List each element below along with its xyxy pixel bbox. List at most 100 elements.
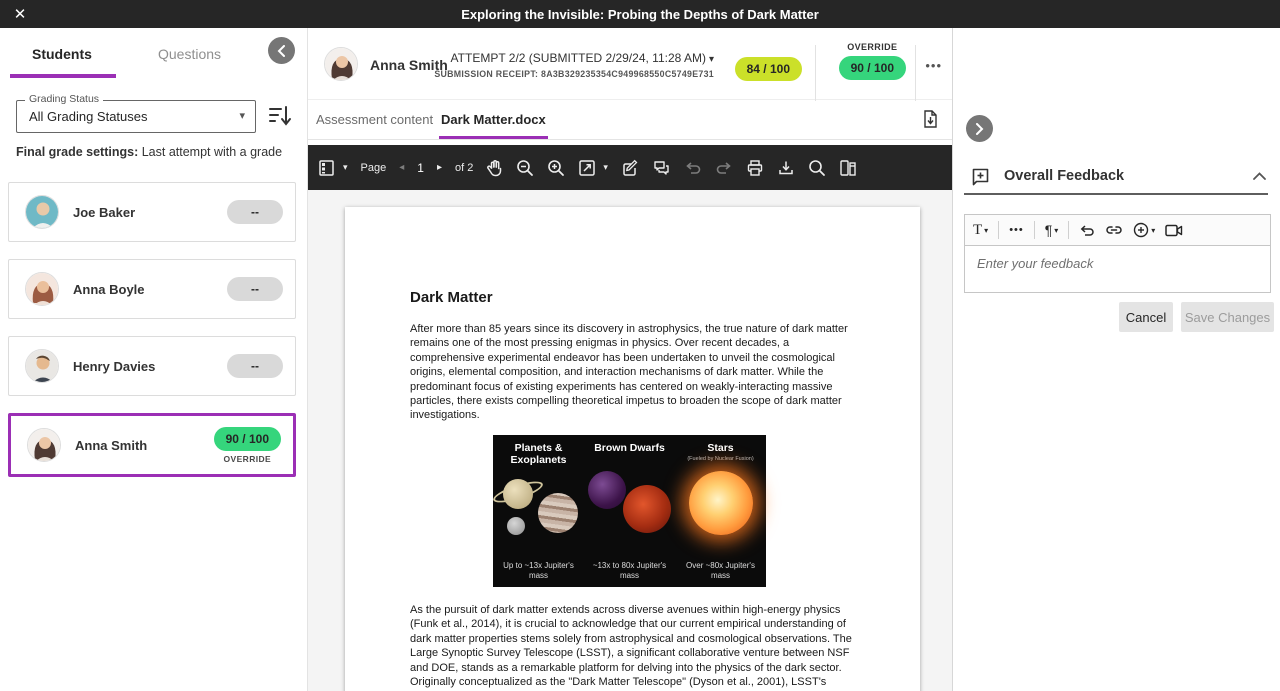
student-row-anna-boyle[interactable]: Anna Boyle --: [8, 259, 296, 319]
search-button[interactable]: [808, 159, 826, 177]
tab-questions[interactable]: Questions: [158, 46, 221, 62]
annotate-button[interactable]: [621, 159, 639, 177]
divider: [964, 193, 1268, 195]
sort-button[interactable]: [268, 103, 292, 129]
download-button[interactable]: [777, 159, 795, 177]
more-formatting-button[interactable]: •••: [1009, 224, 1024, 236]
record-media-button[interactable]: [1165, 224, 1183, 237]
document-viewer: Dark Matter After more than 85 years sin…: [308, 190, 952, 691]
comments-button[interactable]: [652, 159, 671, 177]
next-page-icon[interactable]: ▸: [437, 162, 442, 173]
undo-icon: [684, 159, 702, 177]
undo-button[interactable]: [684, 159, 702, 177]
more-options-icon[interactable]: •••: [925, 58, 942, 73]
figure-heading: Planets & Exoplanets: [493, 435, 584, 466]
override-grade-block[interactable]: OVERRIDE 90 / 100: [839, 42, 906, 80]
override-grade-pill: 90 / 100: [839, 56, 906, 80]
chevron-down-icon: ▾: [1151, 226, 1155, 235]
download-document-button[interactable]: [923, 110, 938, 128]
text-style-button[interactable]: T▾: [973, 222, 988, 239]
attempt-grade-pill[interactable]: 84 / 100: [735, 57, 802, 81]
final-grade-settings-label: Final grade settings:: [16, 145, 138, 159]
paragraph-style-button[interactable]: ¶▾: [1045, 222, 1059, 238]
zoom-out-button[interactable]: [516, 159, 534, 177]
chevron-down-icon[interactable]: ▾: [603, 162, 608, 173]
figure-caption: ~13x to 80x Jupiter's mass: [590, 561, 669, 580]
print-icon: [746, 159, 764, 177]
tab-students[interactable]: Students: [32, 46, 92, 62]
file-download-icon: [923, 110, 938, 128]
pan-tool-button[interactable]: [486, 159, 503, 177]
redo-button[interactable]: [715, 159, 733, 177]
override-badge: OVERRIDE: [214, 454, 281, 464]
overall-feedback-header[interactable]: Overall Feedback: [971, 163, 1266, 189]
sidebar-tabs: Students Questions: [0, 28, 307, 84]
avatar: [27, 428, 61, 462]
hand-icon: [486, 159, 503, 177]
submission-receipt: SUBMISSION RECEIPT: 8A3B329235354C949968…: [434, 69, 714, 79]
figure-caption: Up to ~13x Jupiter's mass: [499, 561, 578, 580]
sort-icon: [268, 103, 292, 129]
figure-subheading: (Fueled by Nuclear Fusion): [675, 456, 766, 462]
chevron-down-icon: ▾: [239, 109, 245, 122]
assessment-title: Exploring the Invisible: Probing the Dep…: [0, 7, 1280, 22]
student-row-henry-davies[interactable]: Henry Davies --: [8, 336, 296, 396]
attempt-selector[interactable]: ATTEMPT 2/2 (SUBMITTED 2/29/24, 11:28 AM…: [434, 51, 714, 79]
thumbnails-panel-button[interactable]: [318, 159, 336, 177]
feedback-editor: T▾ ••• ¶▾: [964, 214, 1271, 293]
grading-status-label: Grading Status: [25, 93, 103, 105]
content-tabs: Assessment content Dark Matter.docx: [308, 100, 952, 140]
chevron-right-icon: [975, 123, 984, 135]
content-library-button[interactable]: [839, 159, 857, 177]
insert-link-button[interactable]: [1105, 223, 1123, 237]
grading-status-value: All Grading Statuses: [29, 109, 148, 124]
document-paragraph: As the pursuit of dark matter extends ac…: [410, 603, 857, 691]
figure-column-stars: Stars (Fueled by Nuclear Fusion) Over ~8…: [675, 435, 766, 587]
figure-heading: Brown Dwarfs: [584, 435, 675, 455]
zoom-in-icon: [547, 159, 565, 177]
document-paragraph: After more than 85 years since its disco…: [410, 322, 857, 423]
figure-column-planets: Planets & Exoplanets Up to ~13x Jupiter'…: [493, 435, 584, 587]
chevron-down-icon: ▾: [984, 226, 988, 235]
student-name: Henry Davies: [73, 359, 155, 374]
collapse-sidebar-button[interactable]: [268, 37, 295, 64]
tab-dark-matter-docx[interactable]: Dark Matter.docx: [441, 112, 546, 127]
chevron-down-icon[interactable]: ▾: [343, 162, 348, 173]
grading-status-select[interactable]: Grading Status All Grading Statuses ▾: [16, 100, 256, 133]
tab-assessment-content[interactable]: Assessment content: [316, 112, 433, 127]
divider: [915, 45, 916, 101]
document-page: Dark Matter After more than 85 years sin…: [345, 207, 920, 691]
star-art: [675, 465, 766, 541]
page-number-input[interactable]: 1: [417, 161, 424, 175]
feedback-input[interactable]: Enter your feedback: [965, 246, 1270, 292]
final-grade-settings: Final grade settings: Last attempt with …: [16, 145, 282, 159]
figure-heading: Stars: [675, 435, 766, 455]
override-label: OVERRIDE: [839, 42, 906, 52]
chevron-up-icon[interactable]: [1253, 172, 1266, 180]
print-button[interactable]: [746, 159, 764, 177]
avatar: [324, 47, 358, 81]
feedback-icon: [971, 167, 990, 186]
save-changes-button[interactable]: Save Changes: [1181, 302, 1274, 332]
page-label: Page: [361, 162, 387, 174]
pdf-toolbar: ▾ Page ◂ 1 ▸ of 2: [308, 145, 952, 190]
close-icon[interactable]: ✕: [0, 0, 40, 28]
student-name: Joe Baker: [73, 205, 135, 220]
brown-dwarfs-art: [584, 471, 675, 547]
top-bar: ✕ Exploring the Invisible: Probing the D…: [0, 0, 1280, 28]
collapse-feedback-panel-button[interactable]: [966, 115, 993, 142]
zoom-in-button[interactable]: [547, 159, 565, 177]
divider: [815, 45, 816, 101]
comments-icon: [652, 159, 671, 177]
insert-content-button[interactable]: ▾: [1133, 222, 1155, 238]
student-row-anna-smith[interactable]: Anna Smith 90 / 100 OVERRIDE: [8, 413, 296, 477]
undo-button[interactable]: [1079, 223, 1095, 238]
fit-to-screen-button[interactable]: [578, 159, 596, 177]
video-camera-icon: [1165, 224, 1183, 237]
avatar: [25, 195, 59, 229]
cancel-button[interactable]: Cancel: [1119, 302, 1173, 332]
divider: [1034, 221, 1035, 239]
student-row-joe-baker[interactable]: Joe Baker --: [8, 182, 296, 242]
previous-page-icon[interactable]: ◂: [399, 162, 404, 173]
document-figure: Planets & Exoplanets Up to ~13x Jupiter'…: [493, 435, 766, 587]
